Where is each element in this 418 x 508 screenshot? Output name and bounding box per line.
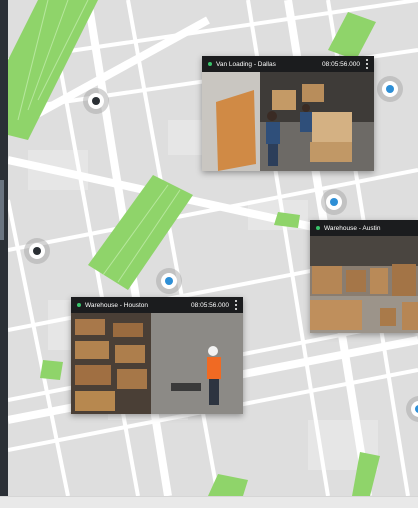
feed-timestamp: 08:05:56.000 xyxy=(322,60,360,68)
camera-video-dallas xyxy=(202,72,374,171)
feed-title: Warehouse - Austin xyxy=(324,224,381,232)
camera-video-houston xyxy=(71,313,243,414)
sidebar-expand-handle[interactable] xyxy=(0,180,4,240)
kebab-menu-icon[interactable] xyxy=(364,59,370,69)
map-view: Van Loading - Dallas 08:05:56.000 Wareho… xyxy=(0,0,418,508)
map-pin-icon[interactable] xyxy=(24,238,50,264)
feed-header: Van Loading - Dallas 08:05:56.000 xyxy=(202,56,374,72)
camera-feed-dallas[interactable]: Van Loading - Dallas 08:05:56.000 xyxy=(202,56,374,171)
status-bar xyxy=(0,496,418,508)
feed-header: Warehouse - Houston 08:05:56.000 xyxy=(71,297,243,313)
kebab-menu-icon[interactable] xyxy=(233,300,239,310)
live-indicator-icon xyxy=(77,303,81,307)
camera-feed-houston[interactable]: Warehouse - Houston 08:05:56.000 xyxy=(71,297,243,414)
feed-title: Van Loading - Dallas xyxy=(216,60,276,68)
feed-header: Warehouse - Austin xyxy=(310,220,418,236)
map-pin-icon[interactable] xyxy=(156,268,182,294)
sidebar-collapsed xyxy=(0,0,8,496)
feed-timestamp: 08:05:56.000 xyxy=(191,301,229,309)
live-indicator-icon xyxy=(316,226,320,230)
map-pin-icon[interactable] xyxy=(377,76,403,102)
live-indicator-icon xyxy=(208,62,212,66)
camera-video-austin xyxy=(310,236,418,333)
map-pin-icon[interactable] xyxy=(321,189,347,215)
map-pin-icon[interactable] xyxy=(83,88,109,114)
feed-title: Warehouse - Houston xyxy=(85,301,148,309)
camera-feed-austin[interactable]: Warehouse - Austin xyxy=(310,220,418,333)
